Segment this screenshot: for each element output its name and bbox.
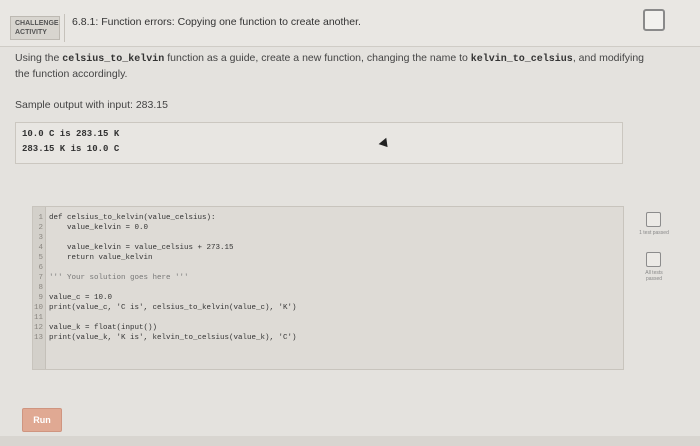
code-line: 12 value_k = float(input()) [33, 324, 158, 332]
test-1-label: 1 test passed [639, 230, 669, 236]
desc-text-1: Using the [15, 52, 63, 64]
code-line: 4 value_kelvin = value_celsius + 273.15 [38, 244, 234, 252]
activity-title: 6.8.1: Function errors: Copying one func… [72, 16, 361, 28]
sample-output-line: 283.15 K is 10.0 C [22, 144, 120, 154]
code-line: 9 value_c = 10.0 [38, 294, 113, 302]
sample-output-box: 10.0 C is 283.15 K 283.15 K is 10.0 C [15, 122, 623, 164]
code-line: 3 [38, 234, 43, 242]
code-line: 8 [38, 284, 43, 292]
sample-output-label: Sample output with input: 283.15 [15, 99, 168, 111]
code-line: 10 print(value_c, 'C is', celsius_to_kelv… [33, 304, 297, 312]
all-tests-status-box-icon [646, 252, 661, 267]
code-line: 11 [33, 314, 43, 322]
code-editor[interactable]: 1 def celsius_to_kelvin(value_celsius): 2… [32, 206, 624, 370]
desc-code-celsius-to-kelvin: celsius_to_kelvin [62, 54, 165, 65]
sample-output-line: 10.0 C is 283.15 K [22, 129, 120, 139]
test-1-status-box-icon [646, 212, 661, 227]
all-tests-label: All tests passed [645, 270, 663, 282]
activity-description: Using the celsius_to_kelvin function as … [15, 51, 655, 82]
code-line: 13 print(value_k, 'K is', kelvin_to_celsi… [33, 334, 297, 342]
completion-checkbox-icon [643, 9, 665, 31]
code-line: 7 ''' Your solution goes here ''' [38, 274, 189, 282]
desc-code-kelvin-to-celsius: kelvin_to_celsius [470, 54, 573, 65]
header-divider [64, 14, 65, 42]
code-line: 5 return value_kelvin [38, 254, 153, 262]
code-line: 6 [38, 264, 43, 272]
bottom-edge [0, 436, 700, 446]
desc-text-2: function as a guide, create a new functi… [164, 52, 471, 64]
activity-header: CHALLENGE ACTIVITY 6.8.1: Function error… [0, 0, 700, 47]
challenge-activity-badge: CHALLENGE ACTIVITY [10, 16, 60, 40]
run-button[interactable]: Run [22, 408, 62, 432]
code-line: 1 def celsius_to_kelvin(value_celsius): [38, 214, 216, 222]
code-line: 2 value_kelvin = 0.0 [38, 224, 149, 232]
